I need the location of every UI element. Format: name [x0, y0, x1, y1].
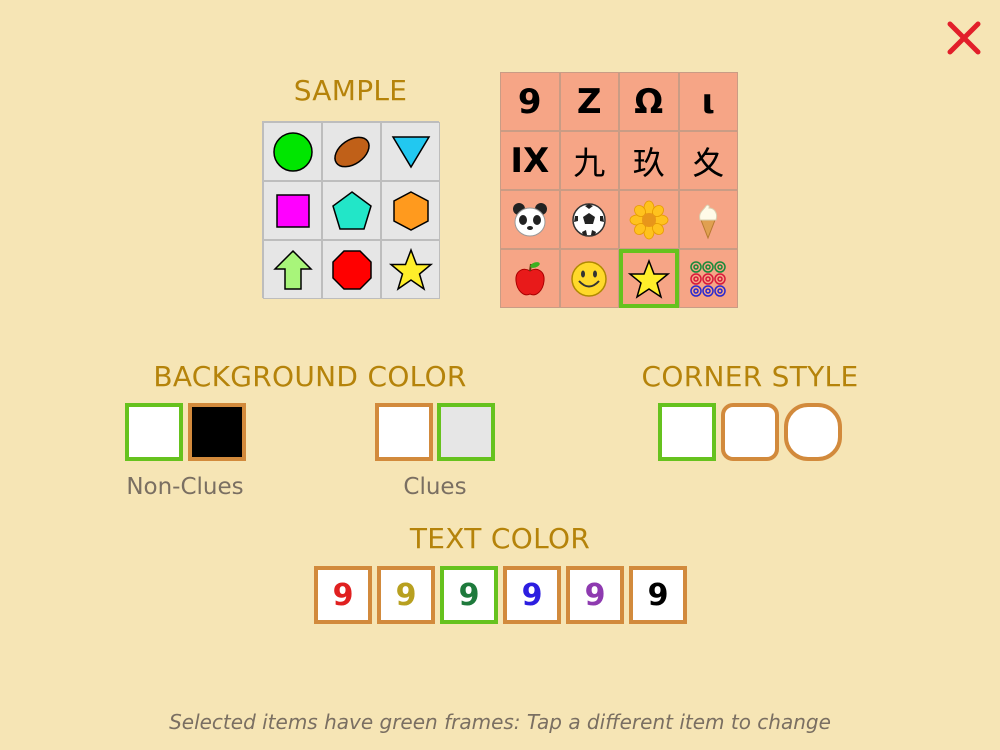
- sample-cell-star: [381, 240, 440, 299]
- clues-bg-gray-option[interactable]: [437, 403, 495, 461]
- square-icon: [275, 193, 310, 228]
- hexagon-icon: [392, 190, 429, 231]
- corner-round-option[interactable]: [784, 403, 842, 461]
- clues-label: Clues: [403, 474, 467, 500]
- sample-cell-hexagon: [381, 181, 440, 240]
- sample-cell-arrow: [263, 240, 322, 299]
- symbol-letter-z[interactable]: Z: [559, 72, 619, 131]
- text-color-olive-option[interactable]: 9: [377, 566, 435, 624]
- symbol-swirl-pattern[interactable]: [678, 249, 738, 308]
- soccer-ball-icon: [572, 202, 606, 237]
- symbol-chinese-nine[interactable]: 九: [559, 131, 619, 190]
- sample-cell-octagon: [322, 240, 381, 299]
- corner-style-title: CORNER STYLE: [641, 360, 859, 393]
- text-color-red-option[interactable]: 9: [314, 566, 372, 624]
- symbol-greek-omega[interactable]: Ω: [619, 72, 679, 131]
- symbol-roman-ix[interactable]: IX: [500, 131, 560, 190]
- corner-square-option[interactable]: [658, 403, 716, 461]
- arrow-up-icon: [272, 249, 313, 290]
- corner-rounded-option[interactable]: [721, 403, 779, 461]
- background-color-title: BACKGROUND COLOR: [153, 360, 467, 393]
- sample-cell-oval: [322, 122, 381, 181]
- non-clues-bg-black-option[interactable]: [188, 403, 246, 461]
- symbol-apple[interactable]: [500, 249, 560, 308]
- star-icon: [388, 247, 433, 291]
- text-color-green-option[interactable]: 9: [440, 566, 498, 624]
- close-x-icon: [947, 21, 981, 55]
- clues-bg-white-option[interactable]: [375, 403, 433, 461]
- star-icon: [627, 258, 670, 299]
- symbol-bopomofo[interactable]: 夊: [678, 131, 738, 190]
- sample-cell-square: [263, 181, 322, 240]
- ice-cream-icon: [699, 204, 718, 239]
- sample-title: SAMPLE: [293, 74, 408, 107]
- circle-icon: [272, 131, 313, 172]
- symbol-digit-9[interactable]: 9: [500, 72, 560, 131]
- symbol-star-selected[interactable]: [619, 249, 679, 308]
- octagon-icon: [331, 249, 372, 290]
- symbol-flower[interactable]: [619, 190, 679, 249]
- non-clues-label: Non-Clues: [126, 474, 244, 500]
- text-color-black-option[interactable]: 9: [629, 566, 687, 624]
- panda-icon: [512, 202, 547, 236]
- symbol-panda[interactable]: [500, 190, 560, 249]
- pentagon-icon: [331, 190, 372, 230]
- non-clues-bg-white-option[interactable]: [125, 403, 183, 461]
- footer-instructions: Selected items have green frames: Tap a …: [169, 710, 831, 734]
- flower-icon: [629, 200, 669, 239]
- symbol-smiley[interactable]: [559, 249, 619, 308]
- sample-cell-pentagon: [322, 181, 381, 240]
- smiley-face-icon: [571, 260, 607, 297]
- close-button[interactable]: [940, 14, 988, 62]
- symbol-greek-iota[interactable]: ι: [678, 72, 738, 131]
- swirl-pattern-icon: [690, 260, 726, 297]
- oval-icon: [333, 136, 370, 167]
- symbol-soccer-ball[interactable]: [559, 190, 619, 249]
- symbol-ice-cream[interactable]: [678, 190, 738, 249]
- text-color-purple-option[interactable]: 9: [566, 566, 624, 624]
- triangle-down-icon: [391, 135, 430, 168]
- symbol-set-grid: 9 Z Ω ι IX 九 玖 夊: [500, 72, 738, 308]
- apple-icon: [515, 261, 545, 295]
- text-color-blue-option[interactable]: 9: [503, 566, 561, 624]
- sample-grid: [262, 121, 440, 299]
- text-color-title: TEXT COLOR: [409, 522, 591, 555]
- symbol-chinese-financial-nine[interactable]: 玖: [619, 131, 679, 190]
- sample-cell-circle: [263, 122, 322, 181]
- sample-cell-triangle: [381, 122, 440, 181]
